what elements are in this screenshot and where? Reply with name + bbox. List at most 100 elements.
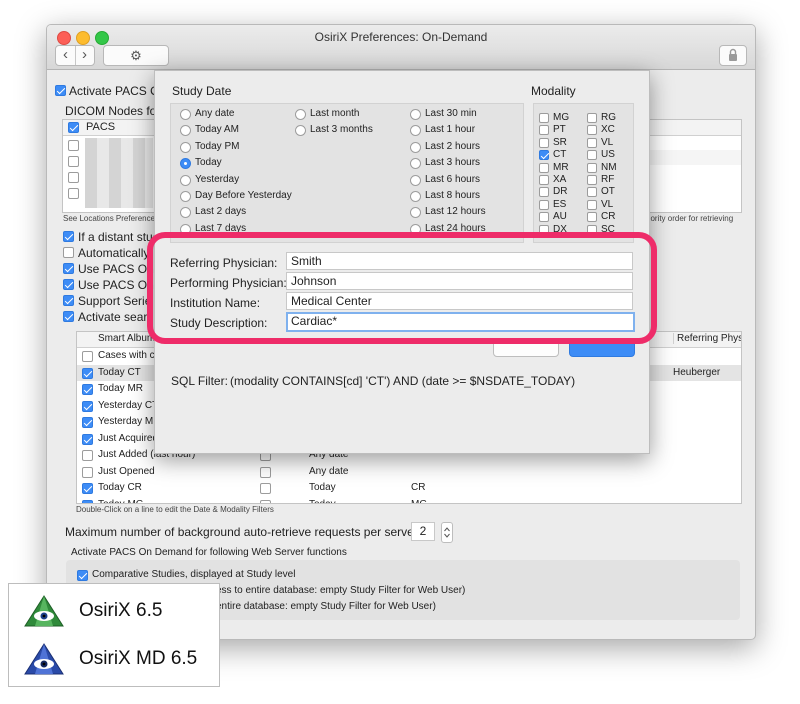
date-option-label: Day Before Yesterday — [195, 190, 292, 201]
node-checkbox[interactable] — [68, 140, 79, 151]
option-checkbox[interactable] — [63, 247, 74, 258]
modality-code: US — [601, 149, 615, 161]
modality-code: XA — [553, 174, 567, 185]
option-checkbox[interactable] — [63, 279, 74, 290]
album-checkbox[interactable] — [82, 499, 93, 503]
table-row[interactable]: Today MG Today MG — [77, 497, 741, 504]
lock-icon — [729, 48, 737, 61]
album-name: Cases with c — [98, 350, 155, 361]
modality-checkbox[interactable] — [587, 137, 597, 148]
osirix-md-logo — [23, 642, 65, 676]
activate-pacs-checkbox[interactable] — [55, 85, 66, 96]
node-checkbox[interactable] — [68, 156, 79, 167]
modality-checkbox[interactable] — [539, 212, 549, 223]
modality-checkbox[interactable] — [587, 199, 597, 210]
modality-checkbox[interactable] — [539, 150, 549, 161]
lock-button[interactable] — [719, 45, 747, 66]
pacs-column-header: PACS — [86, 121, 116, 133]
stepper-arrows-icon — [444, 527, 450, 538]
modality-checkbox[interactable] — [539, 162, 549, 173]
date-radio[interactable] — [180, 191, 191, 202]
album-checkbox[interactable] — [82, 417, 93, 428]
album-option-checkbox[interactable] — [260, 483, 271, 494]
date-option-label: Any date — [195, 108, 235, 119]
date-option-label: Last 2 days — [195, 206, 247, 218]
web-function-checkbox[interactable] — [77, 570, 88, 581]
album-checkbox[interactable] — [82, 400, 93, 412]
modality-checkbox[interactable] — [587, 113, 597, 123]
modality-code: AU — [553, 211, 567, 223]
modality-checkbox[interactable] — [539, 187, 549, 198]
modality-code: NM — [601, 161, 617, 173]
album-date: Today — [309, 498, 336, 504]
album-checkbox[interactable] — [82, 466, 93, 478]
sql-filter-value: (modality CONTAINS[cd] 'CT') AND (date >… — [230, 374, 576, 388]
album-checkbox[interactable] — [82, 384, 93, 395]
album-referring: Heuberger — [673, 366, 721, 378]
modality-checkbox[interactable] — [587, 162, 597, 173]
album-checkbox[interactable] — [82, 450, 93, 461]
option-label: Automatically — [78, 246, 150, 260]
album-name: Yesterday MR — [98, 416, 161, 427]
max-requests-field[interactable]: 2 — [411, 522, 435, 541]
album-checkbox[interactable] — [82, 367, 93, 379]
modality-checkbox[interactable] — [539, 175, 549, 185]
album-checkbox[interactable] — [82, 351, 93, 362]
date-radio[interactable] — [180, 141, 191, 153]
modality-code: RF — [601, 174, 615, 185]
album-checkbox[interactable] — [82, 433, 93, 445]
option-checkbox[interactable] — [63, 295, 74, 306]
date-radio[interactable] — [410, 191, 421, 202]
album-option-checkbox[interactable] — [260, 499, 271, 503]
modality-checkbox[interactable] — [587, 125, 597, 136]
album-date: Any date — [309, 465, 349, 477]
modality-checkbox[interactable] — [539, 113, 549, 123]
date-option-label: Today PM — [195, 140, 240, 152]
table-row[interactable]: Today CR Today CR — [77, 480, 741, 496]
album-checkbox[interactable] — [82, 483, 93, 494]
table-row[interactable] — [648, 150, 741, 165]
date-radio[interactable] — [410, 174, 421, 186]
web-functions-label: Activate PACS On Demand for following We… — [71, 547, 347, 558]
date-option-label: Last 8 hours — [425, 190, 481, 201]
date-radio[interactable] — [180, 109, 191, 120]
gear-icon: ⚙ — [130, 48, 142, 63]
date-radio[interactable] — [410, 141, 421, 153]
modality-checkbox[interactable] — [587, 150, 597, 161]
album-name: Today CT — [98, 366, 141, 378]
modality-checkbox[interactable] — [539, 125, 549, 136]
back-button[interactable]: ‹ — [56, 46, 76, 65]
sql-filter-label: SQL Filter: — [171, 374, 228, 388]
option-checkbox[interactable] — [63, 311, 74, 322]
option-label: Use PACS On — [78, 262, 154, 276]
modality-checkbox[interactable] — [587, 212, 597, 223]
date-radio[interactable] — [295, 109, 306, 120]
show-all-button[interactable]: ⚙ — [103, 45, 169, 66]
modality-checkbox[interactable] — [539, 199, 549, 210]
title-bar: OsiriX Preferences: On-Demand ‹ › ⚙ — [47, 25, 755, 70]
option-checkbox[interactable] — [63, 263, 74, 274]
album-modality: MG — [411, 498, 428, 504]
modality-code: MG — [553, 112, 570, 123]
table-row[interactable]: Just Opened Any date — [77, 464, 741, 480]
node-checkbox[interactable] — [68, 188, 79, 199]
double-click-note: Double-Click on a line to edit the Date … — [76, 505, 274, 514]
activate-pacs-label: Activate PACS O — [69, 84, 160, 98]
modality-checkbox[interactable] — [587, 187, 597, 198]
locations-note: See Locations Preference — [63, 214, 156, 223]
date-radio[interactable] — [180, 174, 191, 186]
forward-button[interactable]: › — [75, 46, 94, 65]
album-option-checkbox[interactable] — [260, 466, 271, 478]
modality-checkbox[interactable] — [539, 137, 549, 148]
node-checkbox[interactable] — [68, 172, 79, 183]
modality-checkbox[interactable] — [587, 175, 597, 185]
max-requests-label: Maximum number of background auto-retrie… — [65, 525, 422, 539]
highlight-annotation — [147, 232, 657, 344]
max-requests-stepper[interactable] — [441, 522, 453, 543]
pacs-all-checkbox[interactable] — [68, 122, 79, 133]
osirix-logo — [23, 594, 65, 628]
date-radio[interactable] — [410, 109, 421, 120]
album-name: Today MR — [98, 383, 144, 394]
osirix-pyramid-icon — [24, 595, 64, 627]
option-checkbox[interactable] — [63, 231, 74, 242]
